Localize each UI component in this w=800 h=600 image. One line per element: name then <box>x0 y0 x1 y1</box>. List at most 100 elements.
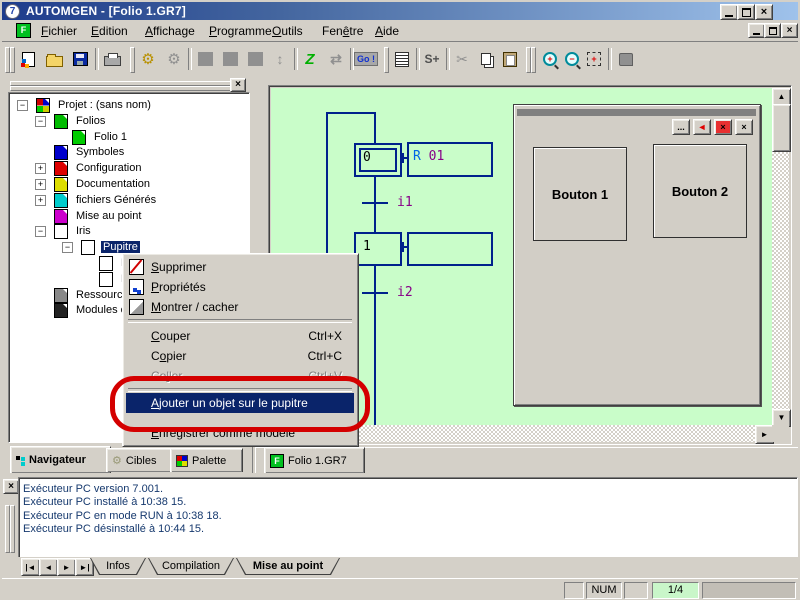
tab-cibles[interactable]: ⚙Cibles <box>106 448 175 472</box>
child-minimize-button[interactable] <box>748 23 765 38</box>
add-symbol-button[interactable]: S+ <box>420 47 444 71</box>
stack-icon <box>54 177 68 192</box>
restore-button[interactable] <box>737 4 755 20</box>
prev-icon: ◄ <box>45 560 53 575</box>
collapse-icon[interactable]: − <box>35 226 46 237</box>
grafcet-transition-2[interactable] <box>362 292 388 294</box>
symbols-list-button[interactable] <box>390 47 414 71</box>
next-page-button[interactable]: ► <box>57 558 76 576</box>
print-button[interactable] <box>100 47 124 71</box>
menu-edition[interactable]: Edition <box>88 23 131 39</box>
menu-fentre[interactable]: Fenêtre <box>319 23 366 39</box>
sync-button[interactable]: ↕ <box>268 47 292 71</box>
pan-icon <box>619 53 633 66</box>
save-button[interactable] <box>68 47 92 71</box>
collapse-icon[interactable]: − <box>17 100 28 111</box>
menu-programme[interactable]: Programme <box>206 23 275 39</box>
close-icon: × <box>787 26 793 36</box>
tree-panel-grab-bar[interactable] <box>8 79 248 92</box>
stop-button[interactable] <box>193 47 217 71</box>
document-icon[interactable]: F <box>16 23 31 38</box>
link-line <box>374 266 376 425</box>
console-tab-compilation[interactable]: Compilation <box>148 558 234 575</box>
grafcet-transition-1[interactable] <box>362 202 388 204</box>
pupitre-bouton-2[interactable]: Bouton 2 <box>653 144 747 238</box>
grafcet-action-1[interactable] <box>407 232 493 266</box>
stack-icon <box>54 161 68 176</box>
collapse-icon[interactable]: − <box>62 242 73 253</box>
menu-item-shortcut: Ctrl+C <box>308 349 342 363</box>
expand-icon[interactable]: + <box>35 179 46 190</box>
copy-button[interactable] <box>474 47 498 71</box>
prev-page-button[interactable]: ◄ <box>39 558 58 576</box>
paste-icon <box>503 52 517 67</box>
zoom-selection-icon: + <box>587 52 601 66</box>
pupitre-delete-button[interactable]: × <box>714 119 732 135</box>
menu-fichier[interactable]: Fichier <box>38 23 80 39</box>
pan-button[interactable] <box>614 47 638 71</box>
collapse-icon[interactable]: − <box>35 116 46 127</box>
expand-icon[interactable]: + <box>35 195 46 206</box>
link-line <box>374 112 376 143</box>
first-page-button[interactable]: |◄ <box>21 558 40 576</box>
console-grip[interactable] <box>10 505 15 553</box>
status-bar: NUM1/4 <box>2 578 798 599</box>
pupitre-back-button[interactable]: ◄ <box>693 119 711 135</box>
console-tab-infos[interactable]: Infos <box>90 558 146 575</box>
grafcet-step-1[interactable] <box>354 232 402 266</box>
pupitre-title-strip[interactable] <box>517 109 756 116</box>
pause-button[interactable] <box>218 47 242 71</box>
zoom-in-button[interactable]: + <box>538 47 562 71</box>
cut-button[interactable]: ✂ <box>450 47 474 71</box>
doc-tab-folio1[interactable]: F Folio 1.GR7 <box>264 447 365 473</box>
toolbar-grip[interactable] <box>384 47 389 73</box>
tab-palette[interactable]: Palette <box>170 448 243 472</box>
child-close-button[interactable]: × <box>781 23 798 38</box>
menu-affichage[interactable]: Affichage <box>142 23 198 39</box>
expand-icon[interactable]: + <box>35 163 46 174</box>
context-menu-item-propri-t-s[interactable]: Propriétés <box>126 277 354 297</box>
zoom-out-button[interactable]: − <box>560 47 584 71</box>
console-close-button[interactable]: × <box>3 479 19 494</box>
child-restore-button[interactable] <box>764 23 781 38</box>
menu-item-shortcut: Ctrl+X <box>308 329 342 343</box>
context-menu-item-montrer-cacher[interactable]: Montrer / cacher <box>126 297 354 317</box>
new-project-button[interactable] <box>16 47 40 71</box>
pupitre-options-button[interactable]: ... <box>672 119 690 135</box>
zoom-selection-button[interactable]: + <box>582 47 606 71</box>
go-button[interactable]: Go ! <box>354 47 378 71</box>
context-menu-item-copier[interactable]: CopierCtrl+C <box>126 346 354 366</box>
console-output[interactable]: Exécuteur PC version 7.001.Exécuteur PC … <box>18 477 798 559</box>
menu-aide[interactable]: Aide <box>372 23 402 39</box>
close-button[interactable]: × <box>755 4 773 20</box>
minimize-button[interactable] <box>720 4 738 20</box>
pupitre-close-button[interactable]: × <box>735 119 753 135</box>
menu-outils[interactable]: Outils <box>269 23 306 39</box>
tab-navigateur[interactable]: Navigateur <box>10 446 111 473</box>
console-tab-mise-au-point[interactable]: Mise au point <box>236 558 340 575</box>
context-menu-item-couper[interactable]: CouperCtrl+X <box>126 326 354 346</box>
transfer-button[interactable]: ⇄ <box>324 47 348 71</box>
toolbar-grip[interactable] <box>10 47 15 73</box>
canvas-vertical-scrollbar[interactable]: ▲ ▼ <box>772 88 789 425</box>
pupitre-window[interactable]: ... ◄ × × Bouton 1 Bouton 2 <box>513 104 761 406</box>
paste-button[interactable] <box>498 47 522 71</box>
toolbar-grip[interactable] <box>531 47 536 73</box>
z-run-icon: Z <box>305 51 314 68</box>
up-arrow-icon: ▲ <box>778 90 786 104</box>
step-button[interactable] <box>243 47 267 71</box>
toolbar-grip[interactable] <box>130 47 135 73</box>
page-icon <box>81 240 95 255</box>
compile-button[interactable]: ⚙ <box>136 47 160 71</box>
tree-item-label: Projet : (sans nom) <box>56 99 153 111</box>
pupitre-bouton-1[interactable]: Bouton 1 <box>533 147 627 241</box>
context-menu-item-supprimer[interactable]: Supprimer <box>126 257 354 277</box>
vertical-scroll-thumb[interactable] <box>772 104 791 152</box>
tree-panel-close-button[interactable]: × <box>230 78 246 92</box>
run-button[interactable]: Z <box>298 47 322 71</box>
compile-all-button[interactable]: ⚙ <box>162 47 186 71</box>
open-button[interactable] <box>42 47 66 71</box>
down-arrow-icon: ▼ <box>778 411 786 425</box>
go-icon: Go ! <box>354 52 378 66</box>
scrollbar-corner <box>772 425 789 442</box>
